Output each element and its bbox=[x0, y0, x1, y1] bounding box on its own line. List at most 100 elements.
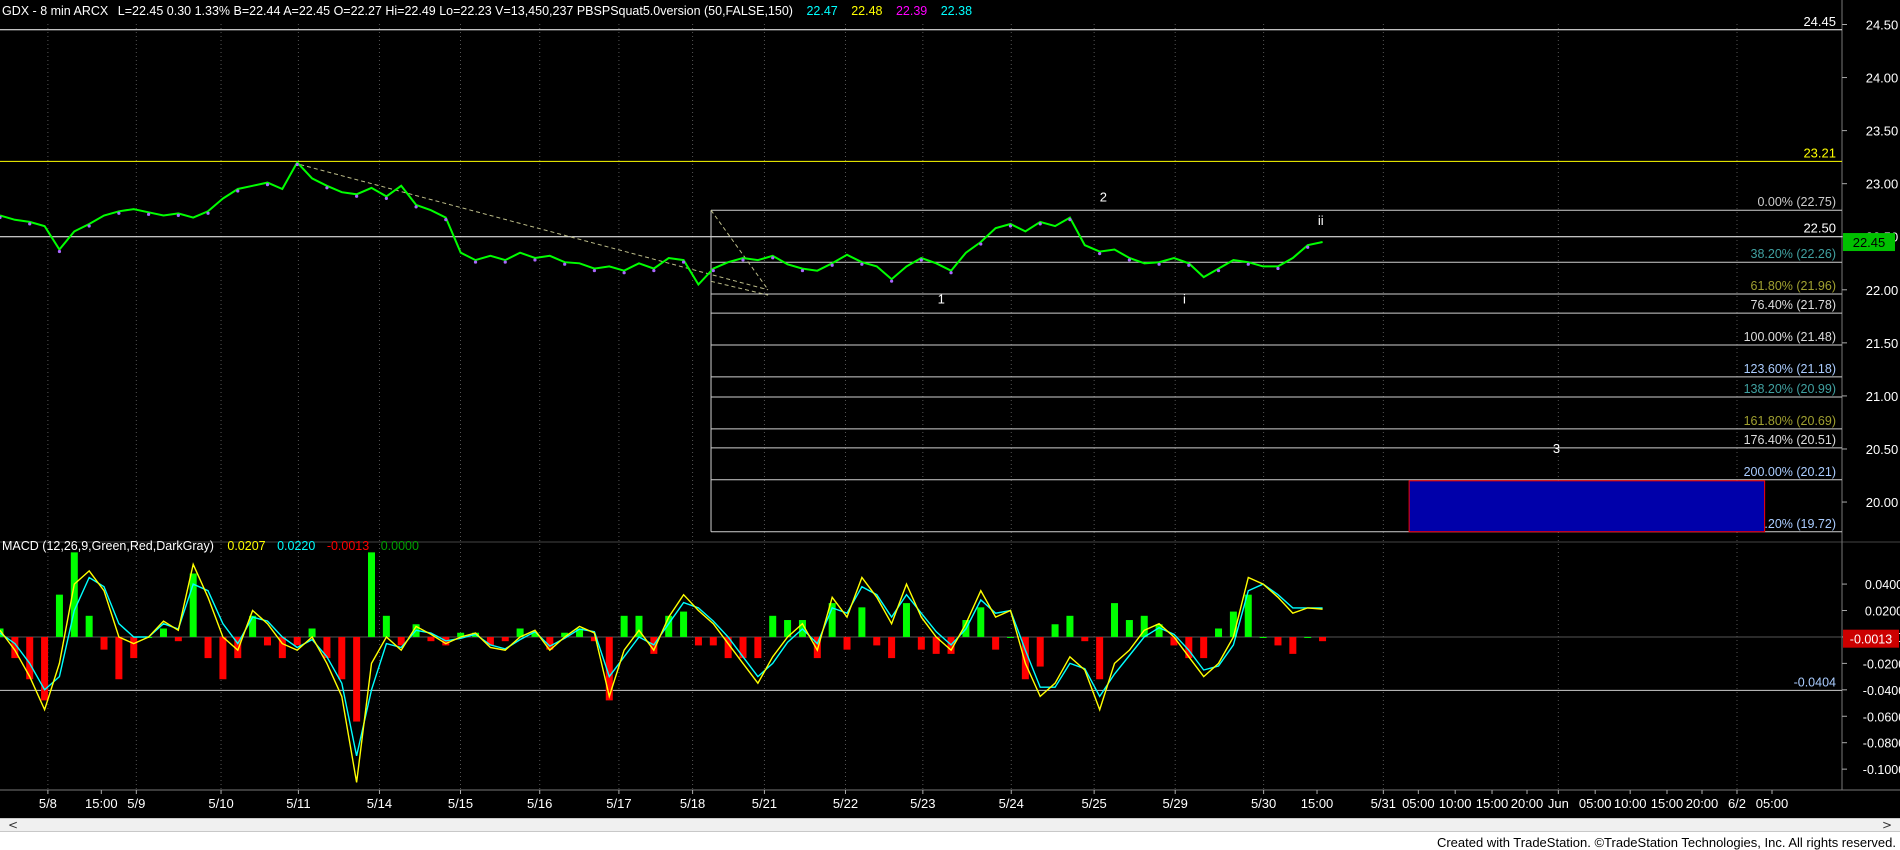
price-point bbox=[800, 268, 805, 273]
horizontal-level-label: 24.45 bbox=[1803, 14, 1836, 29]
indicator-value-1: 22.47 bbox=[806, 4, 837, 18]
macd-histogram-bar bbox=[1051, 624, 1059, 637]
price-point bbox=[652, 268, 656, 273]
price-point bbox=[473, 260, 478, 264]
time-tick-label: 20:00 bbox=[1511, 796, 1544, 811]
macd-histogram-bar bbox=[1215, 628, 1223, 637]
macd-histogram-bar bbox=[263, 636, 271, 646]
price-point bbox=[771, 256, 775, 260]
price-point bbox=[563, 262, 567, 266]
macd-histogram-bar bbox=[977, 607, 985, 637]
time-tick-label: 5/29 bbox=[1163, 796, 1188, 811]
price-point bbox=[919, 258, 923, 262]
fib-level-label: 61.80% (21.96) bbox=[1751, 279, 1836, 293]
zero-value: 0.0000 bbox=[381, 539, 419, 553]
time-tick-label: 5/10 bbox=[208, 796, 233, 811]
macd-histogram-bar bbox=[204, 636, 212, 659]
macd-histogram-bar bbox=[917, 636, 925, 650]
price-point bbox=[1008, 224, 1013, 228]
macd-histogram-bar bbox=[709, 636, 717, 646]
price-point bbox=[1187, 263, 1191, 267]
horizontal-level-label: 22.50 bbox=[1803, 221, 1836, 236]
price-point bbox=[949, 271, 953, 275]
price-point bbox=[741, 258, 745, 262]
macd-histogram-bar bbox=[1096, 636, 1104, 680]
scroll-left-icon[interactable]: < bbox=[4, 818, 22, 832]
macd-histogram-bar bbox=[427, 636, 435, 642]
symbol-label: GDX - 8 min ARCX bbox=[2, 4, 109, 18]
fib-level-label: 200.00% (20.21) bbox=[1744, 465, 1836, 479]
horizontal-level-label: 23.21 bbox=[1803, 145, 1836, 160]
price-point bbox=[147, 212, 151, 216]
macd-histogram-bar bbox=[353, 636, 361, 722]
macd-last-value-label: -0.0013 bbox=[1850, 633, 1892, 647]
time-tick-label: 5/9 bbox=[127, 796, 145, 811]
price-tick-label: 24.00 bbox=[1866, 71, 1899, 86]
price-point bbox=[890, 279, 894, 283]
footer: Created with TradeStation. ©TradeStation… bbox=[0, 834, 1900, 850]
macd-histogram-bar bbox=[769, 615, 777, 637]
macd-histogram-bar bbox=[1319, 636, 1327, 642]
macd-histogram-bar bbox=[189, 573, 197, 637]
macd-histogram-bar bbox=[888, 636, 896, 659]
price-point bbox=[1216, 268, 1221, 273]
macd-histogram-bar bbox=[382, 615, 390, 637]
price-point bbox=[1276, 266, 1280, 271]
macd-histogram-bar bbox=[1200, 636, 1208, 659]
time-tick-label: 5/24 bbox=[999, 796, 1024, 811]
macd-tick-label: -0.0400 bbox=[1863, 684, 1900, 698]
time-tick-label: 5/30 bbox=[1251, 796, 1276, 811]
macd-histogram-bar bbox=[1066, 615, 1074, 637]
last-price-label: 22.45 bbox=[1853, 235, 1886, 250]
macd-histogram-bar bbox=[873, 636, 881, 646]
macd-histogram-bar bbox=[159, 628, 167, 637]
fib-level-label: 38.20% (22.26) bbox=[1751, 247, 1836, 261]
fib-level-label: 138.20% (20.99) bbox=[1744, 382, 1836, 396]
macd-reference-label: -0.0404 bbox=[1794, 675, 1836, 689]
price-point bbox=[355, 194, 359, 198]
time-tick-label: 5/16 bbox=[527, 796, 552, 811]
price-point bbox=[592, 268, 597, 273]
price-point bbox=[414, 205, 418, 209]
macd-tick-label: -0.1000 bbox=[1863, 763, 1900, 777]
price-point bbox=[711, 268, 715, 273]
time-tick-label: 5/8 bbox=[39, 796, 57, 811]
macd-histogram-bar bbox=[1289, 636, 1297, 654]
price-point bbox=[444, 218, 448, 222]
macd-header: MACD (12,26,9,Green,Red,DarkGray) 0.0207… bbox=[2, 539, 419, 553]
macd-histogram-bar bbox=[1259, 636, 1267, 638]
macd-histogram-bar bbox=[115, 636, 123, 680]
time-tick-label: 5/31 bbox=[1371, 796, 1396, 811]
macd-histogram-bar bbox=[1006, 636, 1014, 638]
macd-histogram-bar bbox=[694, 636, 702, 646]
macd-histogram-bar bbox=[1274, 636, 1282, 646]
macd-histogram-bar bbox=[338, 636, 346, 680]
chart-background bbox=[0, 0, 1900, 818]
time-tick-label: 5/14 bbox=[367, 796, 392, 811]
time-tick-label: 5/15 bbox=[448, 796, 473, 811]
macd-tick-label: -0.0800 bbox=[1863, 737, 1900, 751]
price-tick-label: 23.50 bbox=[1866, 124, 1899, 139]
time-tick-label: 5/22 bbox=[833, 796, 858, 811]
macd-histogram-bar bbox=[739, 636, 747, 659]
macd-histogram-bar bbox=[41, 636, 49, 701]
horizontal-scrollbar[interactable]: < > bbox=[0, 818, 1900, 832]
time-tick-label: 15:00 bbox=[1301, 796, 1334, 811]
price-point bbox=[1246, 262, 1250, 266]
macd-tick-label: 0.0400 bbox=[1865, 578, 1900, 592]
price-tick-label: 21.50 bbox=[1866, 336, 1899, 351]
fib-level-label: 123.60% (21.18) bbox=[1744, 362, 1836, 376]
scroll-right-icon[interactable]: > bbox=[1878, 818, 1896, 832]
price-point bbox=[830, 263, 834, 267]
price-point bbox=[979, 242, 983, 246]
price-point bbox=[384, 196, 388, 201]
time-tick-label: 15:00 bbox=[1476, 796, 1509, 811]
time-tick-label: Jun bbox=[1548, 796, 1569, 811]
time-tick-label: 5/23 bbox=[910, 796, 935, 811]
macd-histogram-bar bbox=[501, 636, 509, 642]
price-point bbox=[87, 224, 91, 228]
macd-histogram-bar bbox=[219, 636, 227, 680]
macd-value: 0.0207 bbox=[227, 539, 265, 553]
indicator-value-2: 22.48 bbox=[851, 4, 882, 18]
macd-histogram-bar bbox=[1111, 603, 1119, 637]
